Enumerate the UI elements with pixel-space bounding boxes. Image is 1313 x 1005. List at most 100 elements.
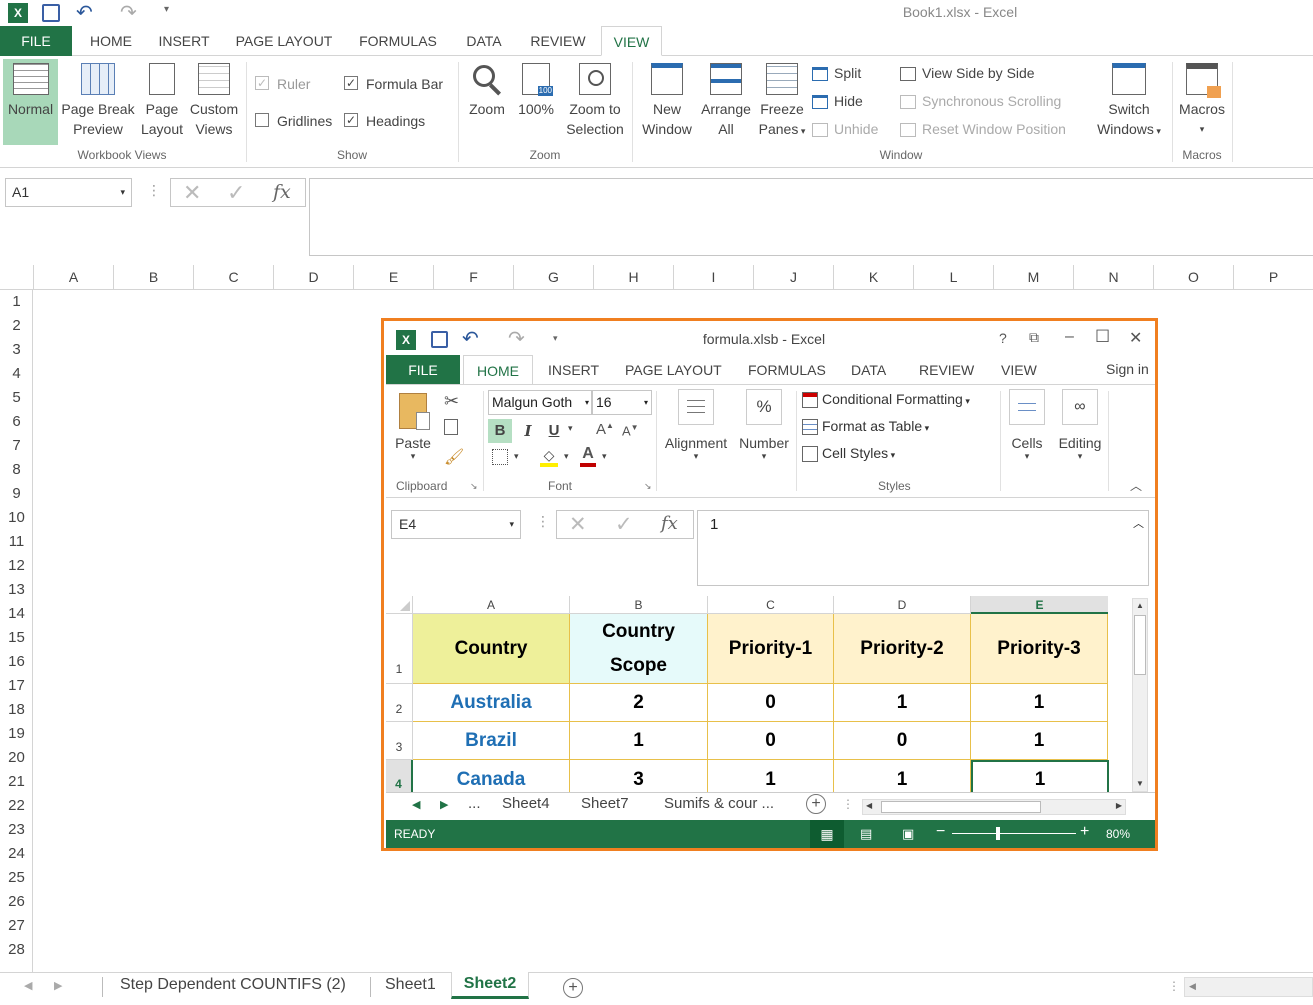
- collapse-formula-bar-icon[interactable]: ︿: [1133, 515, 1144, 531]
- format-as-table-button[interactable]: Format as Table ▾: [802, 418, 929, 436]
- row-header-8[interactable]: 8: [0, 458, 33, 482]
- page-break-preview-button[interactable]: Page Break Preview: [60, 63, 136, 139]
- unhide-button[interactable]: Unhide: [812, 118, 878, 140]
- normal-view-button[interactable]: Normal: [3, 59, 58, 145]
- tab-formulas[interactable]: FORMULAS: [352, 26, 444, 56]
- row-header-1[interactable]: 1: [386, 614, 413, 684]
- column-header-p[interactable]: P: [1234, 265, 1313, 290]
- row-header-7[interactable]: 7: [0, 434, 33, 458]
- cell-a3[interactable]: Brazil: [413, 722, 570, 760]
- add-sheet-icon[interactable]: +: [806, 794, 826, 814]
- row-header-24[interactable]: 24: [0, 842, 33, 866]
- maximize-icon[interactable]: ☐: [1095, 327, 1110, 347]
- cell-b2[interactable]: 2: [570, 684, 708, 722]
- next-sheet-icon[interactable]: ▶: [440, 798, 448, 811]
- row-header-18[interactable]: 18: [0, 698, 33, 722]
- row-header-3[interactable]: 3: [386, 722, 413, 760]
- cell-b3[interactable]: 1: [570, 722, 708, 760]
- sheet-tab-sumifs[interactable]: Sumifs & cour ...: [664, 795, 774, 812]
- row-header-19[interactable]: 19: [0, 722, 33, 746]
- cell-d1[interactable]: Priority-2: [834, 614, 971, 684]
- underline-button[interactable]: U: [544, 419, 564, 443]
- name-box[interactable]: E4 ▾: [391, 510, 521, 539]
- hide-button[interactable]: Hide: [812, 90, 863, 112]
- column-header-a[interactable]: A: [34, 265, 114, 290]
- horizontal-scroll-thumb[interactable]: [881, 801, 1041, 813]
- zoom-in-icon[interactable]: +: [1080, 823, 1089, 841]
- row-header-12[interactable]: 12: [0, 554, 33, 578]
- formula-input[interactable]: 1 ︿: [697, 510, 1149, 586]
- scroll-right-icon[interactable]: ▶: [1116, 801, 1122, 810]
- tab-insert[interactable]: INSERT: [548, 355, 599, 385]
- decrease-font-icon[interactable]: A▼: [622, 423, 639, 438]
- column-header-l[interactable]: L: [914, 265, 994, 290]
- col-header-c[interactable]: C: [708, 596, 834, 614]
- zoom-slider-thumb[interactable]: [996, 827, 1000, 840]
- view-side-by-side-button[interactable]: View Side by Side: [900, 62, 1035, 84]
- row-header-13[interactable]: 13: [0, 578, 33, 602]
- row-header-2[interactable]: 2: [0, 314, 33, 338]
- cell-a2[interactable]: Australia: [413, 684, 570, 722]
- dialog-launcher-icon[interactable]: ↘: [644, 481, 652, 492]
- column-header-o[interactable]: O: [1154, 265, 1234, 290]
- tab-review[interactable]: REVIEW: [522, 26, 594, 56]
- editing-button[interactable]: ∞ Editing ▾: [1054, 389, 1106, 462]
- horizontal-scrollbar[interactable]: ◀: [1184, 977, 1313, 997]
- scroll-up-icon[interactable]: ▲: [1133, 599, 1147, 613]
- tab-view[interactable]: VIEW: [601, 26, 662, 56]
- redo-icon[interactable]: ↷: [120, 0, 137, 25]
- next-sheet-icon[interactable]: ▶: [54, 979, 62, 992]
- zoom-100-button[interactable]: 100 100%: [514, 63, 558, 119]
- font-size-select[interactable]: 16 ▾: [592, 390, 652, 415]
- row-header-1[interactable]: 1: [0, 290, 33, 314]
- sheet-tab-step-dependent[interactable]: Step Dependent COUNTIFS (2): [120, 973, 346, 1000]
- collapse-ribbon-icon[interactable]: ︿: [1130, 477, 1142, 494]
- cell-e3[interactable]: 1: [971, 722, 1108, 760]
- tab-file[interactable]: FILE: [386, 355, 460, 385]
- alignment-button[interactable]: Alignment ▾: [660, 389, 732, 462]
- tab-view[interactable]: VIEW: [1001, 355, 1037, 385]
- cell-e2[interactable]: 1: [971, 684, 1108, 722]
- page-layout-view-icon[interactable]: ▤: [860, 826, 872, 842]
- dropdown-arrow-icon[interactable]: ▾: [602, 451, 607, 462]
- dropdown-arrow-icon[interactable]: ▾: [564, 451, 569, 462]
- column-header-j[interactable]: J: [754, 265, 834, 290]
- name-box[interactable]: A1 ▾: [5, 178, 132, 207]
- sheet-tab-sheet1[interactable]: Sheet1: [385, 973, 436, 1000]
- sheet-tab-sheet4[interactable]: Sheet4: [502, 795, 550, 812]
- cell-a1[interactable]: Country: [413, 614, 570, 684]
- zoom-out-icon[interactable]: −: [936, 823, 945, 841]
- tab-page-layout[interactable]: PAGE LAYOUT: [625, 355, 722, 385]
- tab-page-layout[interactable]: PAGE LAYOUT: [228, 26, 340, 56]
- page-break-view-icon[interactable]: ▣: [902, 826, 914, 842]
- split-button[interactable]: Split: [812, 62, 861, 84]
- cell-e4-selected[interactable]: 1: [971, 760, 1109, 792]
- conditional-formatting-button[interactable]: Conditional Formatting ▾: [802, 391, 970, 409]
- cancel-icon[interactable]: ✕: [569, 512, 587, 537]
- row-header-5[interactable]: 5: [0, 386, 33, 410]
- row-header-10[interactable]: 10: [0, 506, 33, 530]
- formula-bar-grip-icon[interactable]: ⋮: [536, 513, 550, 530]
- customize-qat-icon[interactable]: ▾: [553, 333, 558, 344]
- column-header-m[interactable]: M: [994, 265, 1074, 290]
- more-sheets-button[interactable]: ...: [468, 795, 481, 812]
- increase-font-icon[interactable]: A▲: [596, 421, 614, 438]
- zoom-to-selection-button[interactable]: Zoom to Selection: [562, 63, 628, 139]
- select-all-corner[interactable]: [0, 265, 34, 290]
- dialog-launcher-icon[interactable]: ↘: [470, 481, 478, 492]
- copy-icon[interactable]: [444, 419, 458, 435]
- undo-icon[interactable]: ↶: [462, 326, 479, 351]
- cell-styles-button[interactable]: Cell Styles ▾: [802, 445, 895, 463]
- sheet-tab-sheet2[interactable]: Sheet2: [451, 972, 529, 999]
- tab-split-grip-icon[interactable]: ⋮: [842, 797, 854, 811]
- page-layout-button[interactable]: Page Layout: [140, 63, 184, 139]
- formula-input[interactable]: [309, 178, 1313, 256]
- col-header-b[interactable]: B: [570, 596, 708, 614]
- cell-b4[interactable]: 3: [570, 760, 708, 792]
- font-name-select[interactable]: Malgun Goth ▾: [488, 390, 592, 415]
- macros-button[interactable]: Macros ▾: [1176, 63, 1228, 139]
- zoom-level[interactable]: 80%: [1106, 827, 1130, 841]
- bold-button[interactable]: B: [488, 419, 512, 443]
- column-header-n[interactable]: N: [1074, 265, 1154, 290]
- number-button[interactable]: % Number ▾: [736, 389, 792, 462]
